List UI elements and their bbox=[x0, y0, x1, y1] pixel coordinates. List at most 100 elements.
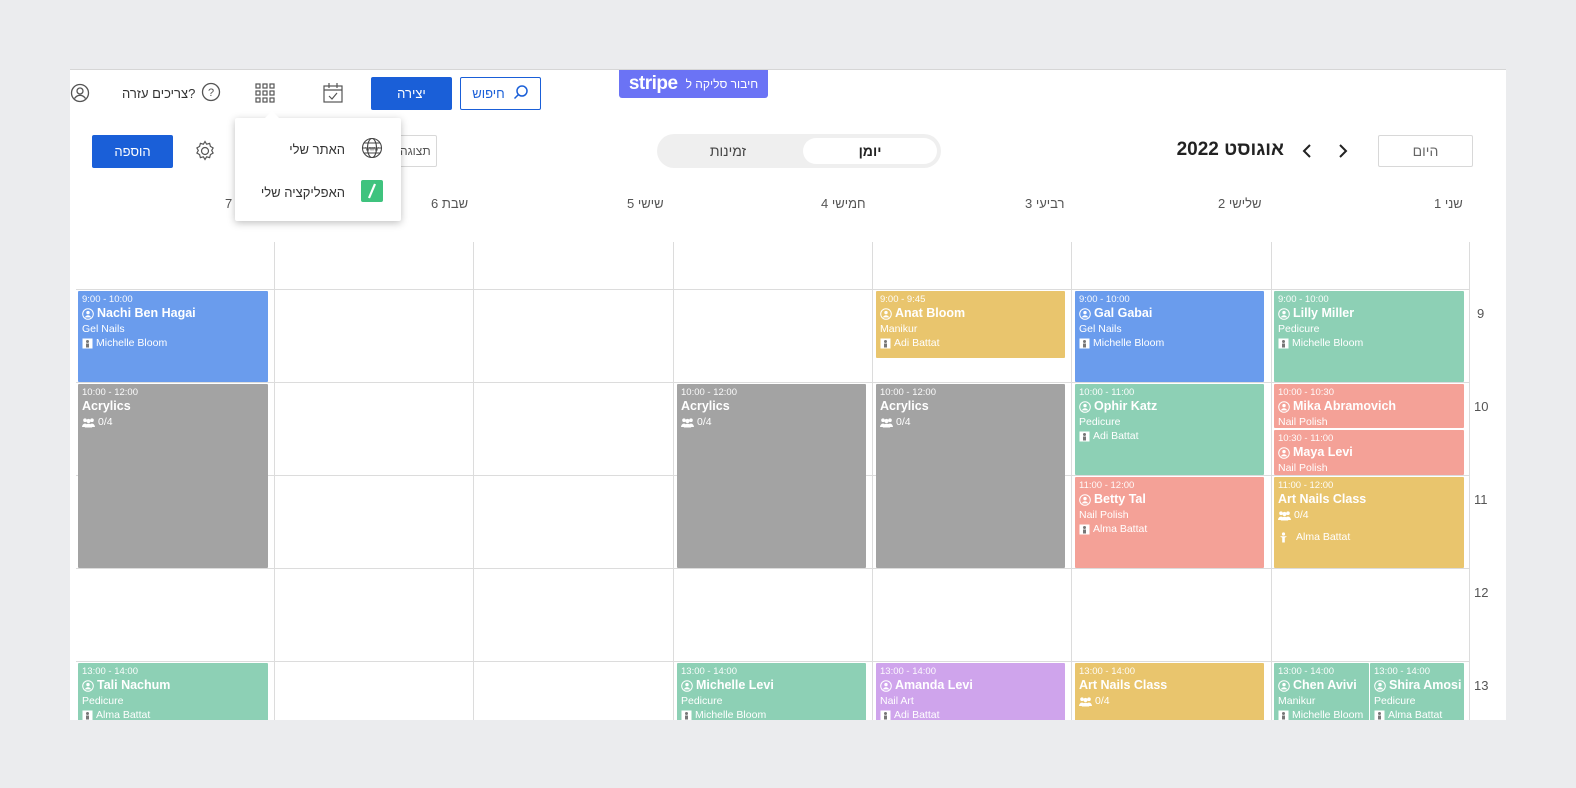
event-time: 10:00 - 10:30 bbox=[1278, 387, 1334, 398]
month-title: אוגוסט 2022 bbox=[1176, 139, 1284, 160]
svg-text:www: www bbox=[365, 147, 380, 153]
event-title: Lilly Miller bbox=[1278, 305, 1460, 322]
apps-dropdown-menu: האתר שלי www האפליקציה שלי bbox=[235, 111, 401, 221]
event-title: Acrylics bbox=[681, 398, 862, 415]
staff-icon bbox=[1079, 338, 1090, 349]
calendar-event[interactable]: 10:00 - 12:00 Acrylics 0/4 bbox=[677, 384, 866, 568]
event-title: Mika Abramovich bbox=[1278, 398, 1460, 415]
stripe-logo: stripe bbox=[628, 73, 678, 94]
staff-name: Adi Battat bbox=[894, 709, 940, 720]
staff-name: Michelle Bloom bbox=[695, 709, 767, 720]
event-title: Art Nails Class bbox=[1278, 491, 1460, 508]
event-title: Acrylics bbox=[880, 398, 1061, 415]
event-capacity: 0/4 bbox=[1079, 694, 1260, 708]
staff-icon bbox=[82, 338, 93, 349]
apps-grid-icon[interactable] bbox=[254, 82, 276, 109]
event-capacity: 0/4 bbox=[1278, 508, 1460, 522]
event-title: Betty Tal bbox=[1079, 491, 1260, 508]
calendar-event[interactable]: 11:00 - 12:00 Art Nails Class 0/4 Alma Batt… bbox=[1274, 477, 1464, 568]
calendar-event[interactable]: 9:00 - 10:00 Gal Gabai Gel Nails Michelle B… bbox=[1075, 291, 1264, 382]
event-staff: Michelle Bloom bbox=[681, 708, 862, 720]
calendar-event[interactable]: 13:00 - 14:00 Tali Nachum Pedicure Alma Bat… bbox=[78, 663, 268, 720]
event-title: Shira Amosi bbox=[1374, 677, 1461, 694]
next-arrow-icon[interactable] bbox=[1332, 140, 1354, 162]
stripe-text: חיבור סליקה ל bbox=[685, 77, 759, 91]
group-icon bbox=[681, 417, 694, 428]
account-icon[interactable] bbox=[70, 83, 90, 108]
calendar-event[interactable]: 13:00 - 14:00 Amanda Levi Nail Art Adi Batt… bbox=[876, 663, 1065, 720]
event-name: Michelle Levi bbox=[696, 678, 774, 692]
event-name: Nachi Ben Hagai bbox=[97, 306, 196, 320]
grid-line bbox=[473, 242, 474, 720]
event-service: Pedicure bbox=[681, 695, 723, 707]
event-title: Nachi Ben Hagai bbox=[82, 305, 264, 322]
event-service: Gel Nails bbox=[1079, 323, 1122, 335]
calendar-event[interactable]: 13:00 - 14:00 Shira Amosi Pedicure Alma Bat… bbox=[1370, 663, 1464, 720]
event-name: Acrylics bbox=[681, 399, 730, 413]
calendar-event[interactable]: 9:00 - 9:45 Anat Bloom Manikur Adi Battat bbox=[876, 291, 1065, 358]
event-staff: Michelle Bloom bbox=[1079, 336, 1260, 350]
event-staff: Adi Battat bbox=[880, 336, 1061, 350]
staff-name: Michelle Bloom bbox=[1093, 337, 1165, 349]
group-icon bbox=[1278, 510, 1291, 521]
event-title: Tali Nachum bbox=[82, 677, 264, 694]
person-icon bbox=[1374, 679, 1386, 692]
event-time: 9:00 - 9:45 bbox=[880, 294, 926, 305]
calendar-event[interactable]: 13:00 - 14:00 Chen Avivi Manikur Michelle B… bbox=[1274, 663, 1369, 720]
event-time: 9:00 - 10:00 bbox=[1278, 294, 1329, 305]
today-button[interactable]: היום bbox=[1378, 135, 1473, 167]
person-icon bbox=[880, 679, 892, 692]
person-icon bbox=[880, 307, 892, 320]
event-capacity: 0/4 bbox=[82, 415, 264, 429]
event-time: 13:00 - 14:00 bbox=[1374, 666, 1430, 677]
event-time: 10:00 - 12:00 bbox=[82, 387, 138, 398]
event-title: Art Nails Class bbox=[1079, 677, 1260, 694]
calendar-event[interactable]: 9:00 - 10:00 Lilly Miller Pedicure Michelle… bbox=[1274, 291, 1464, 382]
event-name: Acrylics bbox=[82, 399, 131, 413]
group-icon bbox=[1079, 696, 1092, 707]
calendar-event[interactable]: 10:00 - 10:30 Mika Abramovich Nail Polish bbox=[1274, 384, 1464, 428]
calendar-event[interactable]: 13:00 - 14:00 Michelle Levi Pedicure Michel… bbox=[677, 663, 866, 720]
calendar-check-icon[interactable] bbox=[322, 82, 344, 109]
grid-line bbox=[1469, 242, 1470, 720]
event-name: Art Nails Class bbox=[1079, 678, 1168, 692]
event-title: Michelle Levi bbox=[681, 677, 862, 694]
stripe-connect-banner[interactable]: stripe חיבור סליקה ל bbox=[619, 70, 768, 98]
calendar-event[interactable]: 10:00 - 11:00 Ophir Katz Pedicure Adi Batta… bbox=[1075, 384, 1264, 475]
event-time: 10:00 - 12:00 bbox=[880, 387, 936, 398]
staff-name: Alma Battat bbox=[1388, 709, 1443, 720]
staff-name: Adi Battat bbox=[894, 337, 940, 349]
search-button[interactable]: חיפוש bbox=[460, 77, 541, 110]
event-time: 10:00 - 12:00 bbox=[681, 387, 737, 398]
hour-label: 13 bbox=[1474, 678, 1489, 693]
prev-arrow-icon[interactable] bbox=[1296, 140, 1318, 162]
calendar-event[interactable]: 9:00 - 10:00 Nachi Ben Hagai Gel Nails Mich… bbox=[78, 291, 268, 382]
staff-icon bbox=[1278, 710, 1289, 720]
event-capacity: 0/4 bbox=[880, 415, 1061, 429]
grid-line bbox=[76, 382, 1470, 383]
menu-item-my-site[interactable]: האתר שלי www bbox=[289, 137, 383, 162]
tab-availability[interactable]: זמינות bbox=[657, 138, 799, 164]
create-button[interactable]: יצירה bbox=[371, 77, 452, 110]
event-staff: Adi Battat bbox=[880, 708, 1061, 720]
grid-line bbox=[76, 568, 1470, 569]
calendar-event[interactable]: 13:00 - 14:00 Art Nails Class 0/4 bbox=[1075, 663, 1264, 720]
event-service: Pedicure bbox=[82, 695, 124, 707]
calendar-event[interactable]: 10:30 - 11:00 Maya Levi Nail Polish bbox=[1274, 430, 1464, 475]
add-button[interactable]: הוספה bbox=[92, 135, 173, 168]
person-icon bbox=[681, 679, 693, 692]
staff-icon bbox=[1374, 710, 1385, 720]
event-title: Ophir Katz bbox=[1079, 398, 1260, 415]
menu-item-my-app[interactable]: האפליקציה שלי bbox=[261, 180, 383, 205]
grid-line bbox=[274, 242, 275, 720]
calendar-event[interactable]: 11:00 - 12:00 Betty Tal Nail Polish Alma Ba… bbox=[1075, 477, 1264, 568]
grid-line bbox=[872, 242, 873, 720]
calendar-event[interactable]: 10:00 - 12:00 Acrylics 0/4 bbox=[78, 384, 268, 568]
help-link[interactable]: צריכים עזרה? ? bbox=[122, 82, 221, 104]
settings-gear-icon[interactable] bbox=[194, 140, 216, 167]
event-name: Gal Gabai bbox=[1094, 306, 1153, 320]
event-time: 13:00 - 14:00 bbox=[880, 666, 936, 677]
tab-calendar[interactable]: יומן bbox=[803, 138, 937, 164]
calendar-event[interactable]: 10:00 - 12:00 Acrylics 0/4 bbox=[876, 384, 1065, 568]
help-label: צריכים עזרה? bbox=[122, 85, 196, 101]
